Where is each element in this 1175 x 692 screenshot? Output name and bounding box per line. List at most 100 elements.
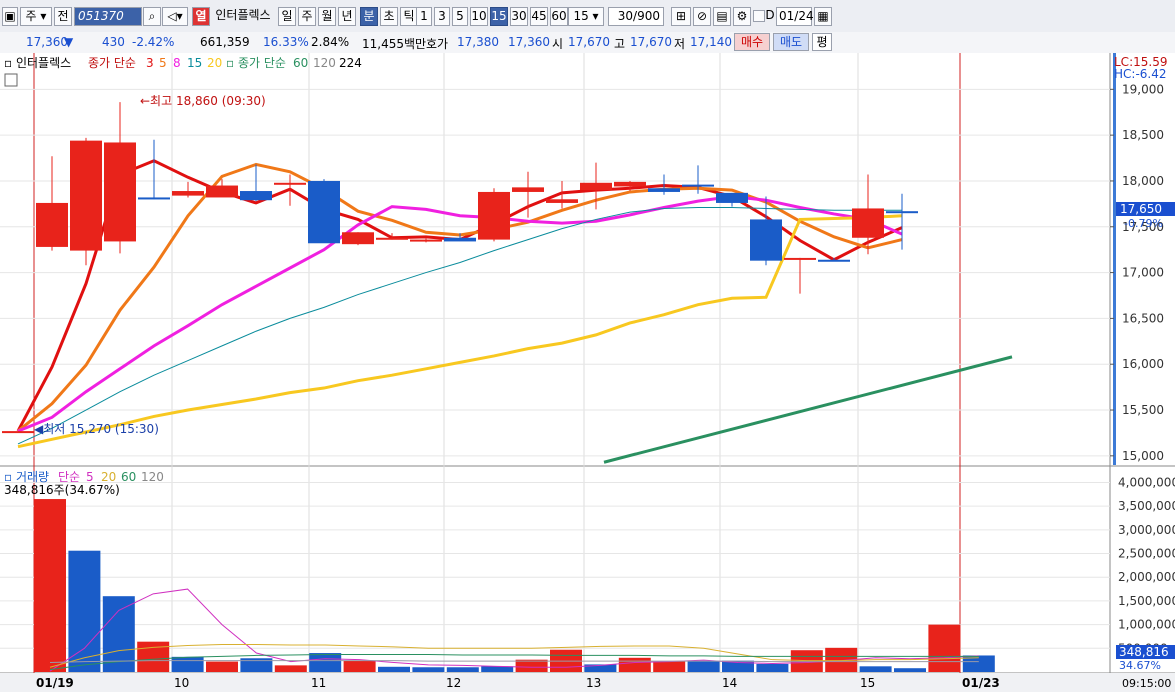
price-change-pct: -2.42% <box>132 35 175 49</box>
calendar-icon[interactable]: ▦ <box>814 7 832 26</box>
volume-bar <box>756 663 789 672</box>
gear-icon[interactable]: ⚙ <box>733 7 751 26</box>
volume-bar <box>68 550 101 672</box>
volume-legend-period: 20 <box>101 470 116 484</box>
date-input[interactable]: 01/24 <box>776 7 814 26</box>
volume-bar <box>446 667 479 672</box>
tools-icon[interactable]: ⊘ <box>693 7 711 26</box>
volume-legend-name: ▫ 거래량 <box>4 470 49 484</box>
volume-legend-period: 5 <box>86 470 94 484</box>
search-icon[interactable]: ⌕ <box>143 7 161 26</box>
x-tick-label: 12 <box>446 676 461 690</box>
candle-body <box>444 237 476 242</box>
last-volume-pct-label: 34.67% <box>1119 659 1161 672</box>
high-annotation: ←최고 18,860 (09:30) <box>140 94 266 108</box>
price-legend-period: 8 <box>173 56 181 70</box>
interval-button[interactable]: 45 <box>530 7 548 26</box>
price-legend-period: 5 <box>159 56 167 70</box>
interval-button[interactable]: 1 <box>416 7 432 26</box>
price-tick-label: 19,000 <box>1122 82 1164 96</box>
volume-bar <box>928 624 961 672</box>
down-arrow-icon: ▼ <box>64 35 74 49</box>
period-button[interactable]: 월 <box>318 7 336 26</box>
period-button[interactable]: 분 <box>360 7 378 26</box>
prev-button[interactable]: 전 <box>54 7 72 26</box>
candle-body <box>852 208 884 238</box>
candle-body <box>206 185 238 198</box>
watch-button[interactable]: 열 <box>192 7 210 26</box>
volume-bar <box>34 499 66 672</box>
price-tick-label: 18,500 <box>1122 128 1164 142</box>
price-tick-label: 15,500 <box>1122 403 1164 417</box>
candle-body <box>886 211 918 214</box>
x-tick-label: 11 <box>311 676 326 690</box>
candle-body <box>172 191 204 196</box>
candle-body <box>308 180 340 244</box>
x-tick-label: 15 <box>860 676 875 690</box>
chart-background <box>0 53 1175 692</box>
low-price: 17,140 <box>690 35 732 49</box>
volume-value: 661,359 <box>200 35 250 49</box>
bid-price: 17,360 <box>508 35 550 49</box>
price-legend-period: 224 <box>339 56 362 70</box>
interval-button[interactable]: 60 <box>550 7 568 26</box>
price-tick-label: 15,000 <box>1122 449 1164 463</box>
candle-body <box>784 257 816 260</box>
interval-select-value: 15 <box>573 9 589 23</box>
save-icon[interactable]: ▤ <box>713 7 731 26</box>
interval-button[interactable]: 30 <box>510 7 528 26</box>
price-legend-name: ▫ 인터플렉스 <box>4 56 71 70</box>
interval-button[interactable]: 3 <box>434 7 450 26</box>
period-button[interactable]: 년 <box>338 7 356 26</box>
period-button[interactable]: 일 <box>278 7 296 26</box>
date-checkbox[interactable] <box>753 10 765 22</box>
volume-bar <box>206 661 238 672</box>
amount-value: 11,455백만 <box>362 37 427 51</box>
candle-body <box>70 140 102 251</box>
ask-price: 17,380 <box>457 35 499 49</box>
stock-chart[interactable]: 01/19 10 11 12 13 14 15 01/23 09:15:00 15,000 15,5… <box>0 53 1175 692</box>
interval-button[interactable]: 10 <box>470 7 488 26</box>
volume-tick-label: 2,000,000 <box>1118 570 1175 584</box>
volume-bar <box>687 661 720 672</box>
stock-name: 인터플렉스 <box>215 8 271 22</box>
period-button[interactable]: 주 <box>298 7 316 26</box>
candle-body <box>580 182 612 191</box>
sell-button[interactable]: 매도 <box>773 33 809 51</box>
interval-button[interactable]: 15 <box>490 7 508 26</box>
candle-body <box>138 197 170 200</box>
even-button[interactable]: 평 <box>812 33 832 51</box>
volume-legend-ma-label: 단순 <box>58 470 80 484</box>
volume-legend-period: 120 <box>141 470 164 484</box>
buy-button[interactable]: 매수 <box>734 33 770 51</box>
volume-tick-label: 1,000,000 <box>1118 618 1175 632</box>
market-select[interactable]: 주 ▾ <box>20 7 52 26</box>
period-button[interactable]: 초 <box>380 7 398 26</box>
quote-bar: 17,360 ▼ 430 -2.42% 661,359 16.33% 2.84%… <box>0 32 1175 54</box>
price-legend-ma2-label: ▫ 종가 단순 <box>226 56 286 70</box>
interval-select[interactable]: 15 ▾ <box>568 7 604 26</box>
candle-body <box>104 142 136 242</box>
volume-bar <box>171 656 204 672</box>
x-tick-label: 01/19 <box>36 676 74 690</box>
code-input[interactable]: 051370 <box>74 7 142 26</box>
volume-tick-label: 1,500,000 <box>1118 594 1175 608</box>
chart-type-icon[interactable]: ▣ <box>2 7 18 26</box>
candle-body <box>410 239 442 242</box>
turnover-pct: 16.33% <box>263 35 309 49</box>
volume-bar <box>343 660 376 672</box>
time-label: 09:15:00 <box>1122 677 1171 690</box>
zoom-icon[interactable]: ⊞ <box>671 7 691 26</box>
volume-bar <box>653 661 686 672</box>
price-legend-period: 60 <box>293 56 308 70</box>
sound-icon[interactable]: ◁▾ <box>162 7 188 26</box>
count-input[interactable]: 30/900 <box>608 7 664 26</box>
volume-bar <box>378 666 410 672</box>
x-tick-label: 01/23 <box>962 676 1000 690</box>
volume-tick-label: 3,000,000 <box>1118 523 1175 537</box>
candle-body <box>614 181 646 187</box>
volume-bar <box>859 666 892 672</box>
ratio-value: 2.84% <box>311 35 350 49</box>
candle-body <box>716 192 748 203</box>
interval-button[interactable]: 5 <box>452 7 468 26</box>
